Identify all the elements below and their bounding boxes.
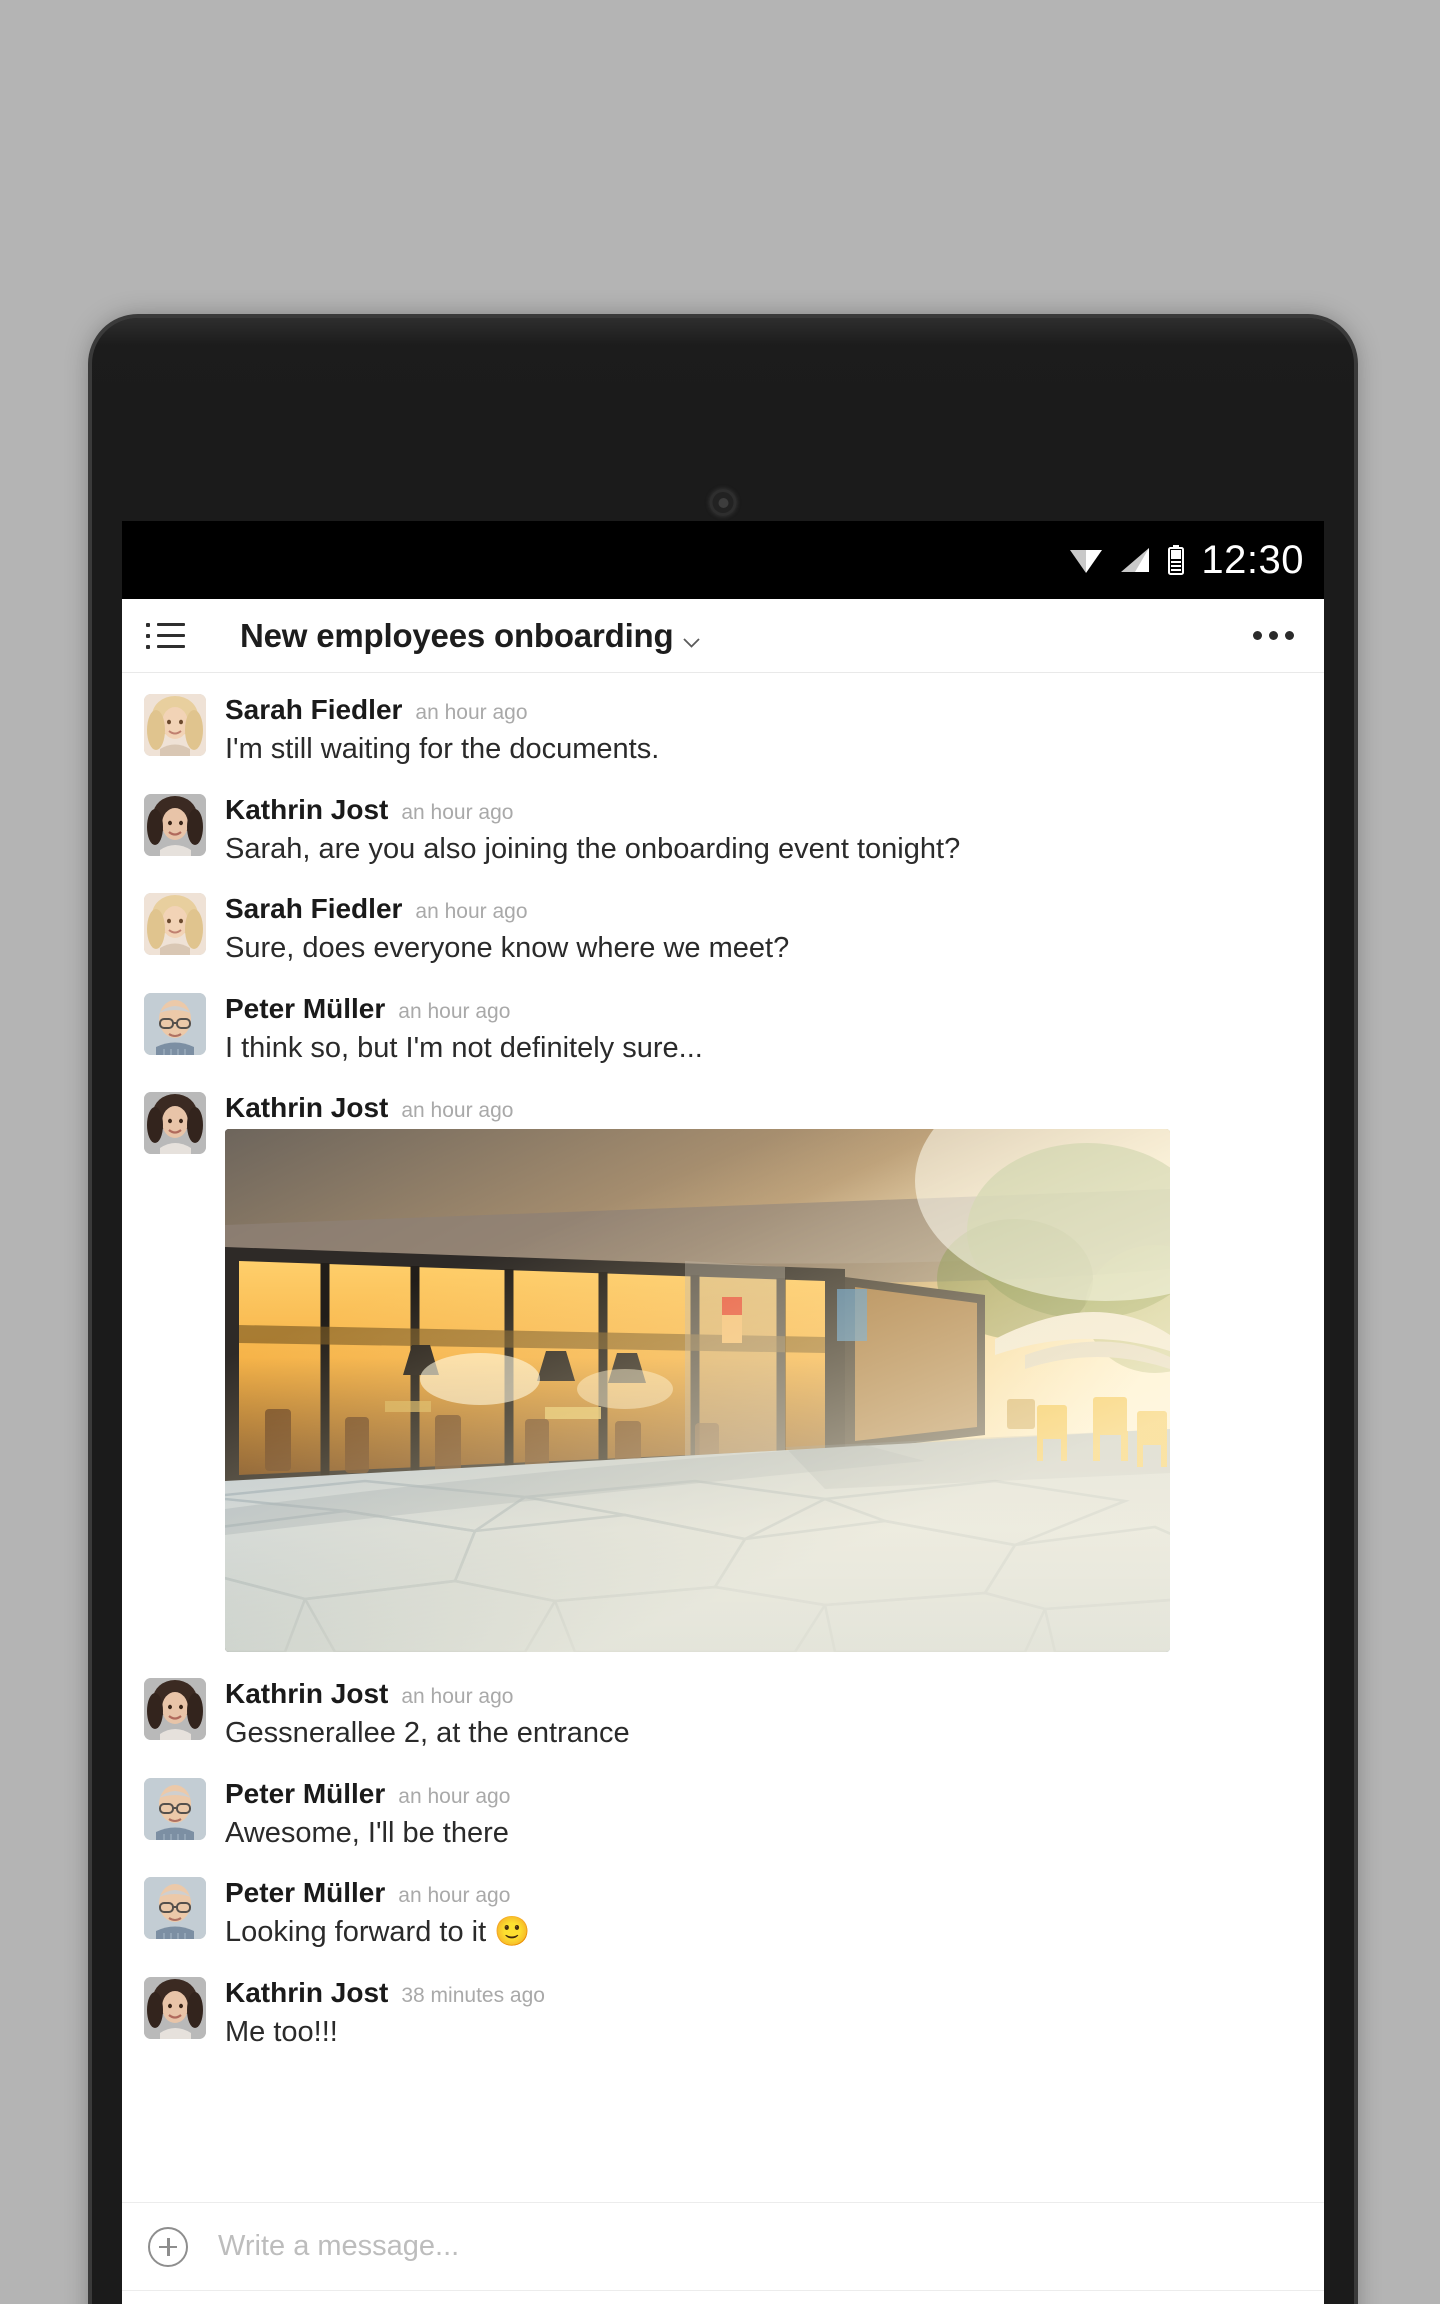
message-text: I think so, but I'm not definitely sure.… (225, 1031, 703, 1064)
message-header: Peter Müller an hour ago (225, 1877, 1300, 1909)
cellular-signal-icon (1119, 546, 1151, 574)
message-body: Sarah Fiedler an hour ago I'm still waitin… (225, 694, 1300, 768)
message-timestamp: an hour ago (398, 999, 511, 1023)
message-author: Kathrin Jost (225, 1976, 389, 2008)
message-text: Sure, does everyone know where we meet? (225, 932, 790, 965)
battery-icon (1167, 545, 1185, 575)
message-header: Sarah Fiedler an hour ago (225, 893, 1300, 925)
plus-circle-icon[interactable] (148, 2226, 188, 2267)
message-timestamp: an hour ago (398, 1784, 511, 1808)
message-item[interactable]: Kathrin Jost 38 minutes ago Me too!!! (122, 1964, 1324, 2064)
avatar[interactable] (144, 1976, 206, 2039)
front-camera-icon (709, 489, 737, 516)
message-body: Peter Müller an hour ago Looking forward t… (225, 1877, 1300, 1951)
message-timestamp: an hour ago (401, 1099, 514, 1123)
message-text: Gessnerallee 2, at the entrance (225, 1717, 630, 1750)
message-body: Sarah Fiedler an hour ago Sure, does every… (225, 893, 1300, 967)
device-frame: 12:30 New employees onboarding Sarah Fie… (92, 318, 1354, 2304)
message-item[interactable]: Peter Müller an hour ago Awesome, I'll be … (122, 1765, 1324, 1865)
message-header: Kathrin Jost an hour ago (225, 1678, 1300, 1710)
message-author: Kathrin Jost (225, 1092, 389, 1124)
list-menu-icon[interactable] (146, 618, 188, 654)
message-item[interactable]: Kathrin Jost an hour ago Sarah, are you al… (122, 781, 1324, 881)
avatar[interactable] (144, 992, 206, 1055)
message-item[interactable]: Sarah Fiedler an hour ago I'm still waitin… (122, 681, 1324, 781)
message-timestamp: an hour ago (401, 1685, 514, 1709)
message-body: Kathrin Jost an hour ago (225, 1092, 1300, 1653)
message-composer (122, 2202, 1324, 2290)
avatar[interactable] (144, 893, 206, 956)
tab-members[interactable]: Members (1084, 2291, 1324, 2304)
bottom-tab-bar: ChatEventsImagesDocumentsMembers (122, 2290, 1324, 2304)
message-author: Kathrin Jost (225, 1678, 389, 1710)
message-body: Kathrin Jost an hour ago Gessnerallee 2, a… (225, 1678, 1300, 1752)
message-item[interactable]: Peter Müller an hour ago Looking forward t… (122, 1864, 1324, 1964)
wifi-icon (1069, 546, 1103, 574)
message-text: Me too!!! (225, 2015, 338, 2048)
message-timestamp: an hour ago (398, 1884, 511, 1908)
message-input[interactable] (218, 2230, 1298, 2263)
message-timestamp: an hour ago (415, 701, 528, 724)
message-body: Kathrin Jost 38 minutes ago Me too!!! (225, 1977, 1300, 2051)
message-author: Sarah Fiedler (225, 893, 403, 925)
message-body: Peter Müller an hour ago I think so, but I… (225, 993, 1300, 1067)
message-header: Sarah Fiedler an hour ago (225, 694, 1300, 726)
avatar[interactable] (144, 694, 206, 756)
message-timestamp: 38 minutes ago (401, 1983, 545, 2007)
message-header: Peter Müller an hour ago (225, 1778, 1300, 1810)
status-bar: 12:30 (122, 521, 1324, 599)
message-text: Sarah, are you also joining the onboardi… (225, 832, 961, 865)
chevron-down-icon (683, 635, 701, 648)
message-body: Peter Müller an hour ago Awesome, I'll be … (225, 1778, 1300, 1852)
message-list[interactable]: Sarah Fiedler an hour ago I'm still waitin… (122, 673, 1324, 2202)
message-header: Kathrin Jost 38 minutes ago (225, 1977, 1300, 2009)
message-header: Kathrin Jost an hour ago (225, 794, 1300, 826)
tab-events[interactable]: Events (362, 2291, 602, 2304)
avatar[interactable] (144, 1777, 206, 1840)
page-title: New employees onboarding (240, 616, 674, 654)
message-photo[interactable] (225, 1129, 1170, 1653)
message-timestamp: an hour ago (415, 900, 528, 924)
message-author: Peter Müller (225, 1877, 386, 1909)
message-item[interactable]: Kathrin Jost an hour ago (122, 1079, 1324, 1665)
message-text: Looking forward to it 🙂 (225, 1916, 531, 1949)
avatar[interactable] (144, 1092, 206, 1155)
avatar[interactable] (144, 1678, 206, 1741)
message-header: Peter Müller an hour ago (225, 993, 1300, 1025)
message-author: Kathrin Jost (225, 793, 389, 825)
tab-documents[interactable]: Documents (843, 2291, 1083, 2304)
phone-screen: 12:30 New employees onboarding Sarah Fie… (122, 521, 1324, 2304)
message-header: Kathrin Jost an hour ago (225, 1092, 1300, 1124)
app-header: New employees onboarding (122, 599, 1324, 673)
avatar[interactable] (144, 793, 206, 856)
message-author: Peter Müller (225, 992, 386, 1024)
message-author: Sarah Fiedler (225, 694, 403, 725)
message-text: I'm still waiting for the documents. (225, 733, 660, 765)
message-item[interactable]: Kathrin Jost an hour ago Gessnerallee 2, a… (122, 1665, 1324, 1765)
message-body: Kathrin Jost an hour ago Sarah, are you al… (225, 794, 1300, 868)
message-author: Peter Müller (225, 1777, 386, 1809)
message-timestamp: an hour ago (401, 800, 514, 824)
message-text: Awesome, I'll be there (225, 1816, 509, 1849)
message-item[interactable]: Sarah Fiedler an hour ago Sure, does every… (122, 880, 1324, 980)
avatar[interactable] (144, 1877, 206, 1940)
tab-images[interactable]: Images (603, 2291, 843, 2304)
status-bar-clock: 12:30 (1201, 537, 1304, 582)
channel-title-dropdown[interactable]: New employees onboarding (240, 616, 701, 655)
message-item[interactable]: Peter Müller an hour ago I think so, but I… (122, 980, 1324, 1080)
more-options-icon[interactable] (1249, 619, 1298, 652)
tab-chat[interactable]: Chat (122, 2291, 362, 2304)
